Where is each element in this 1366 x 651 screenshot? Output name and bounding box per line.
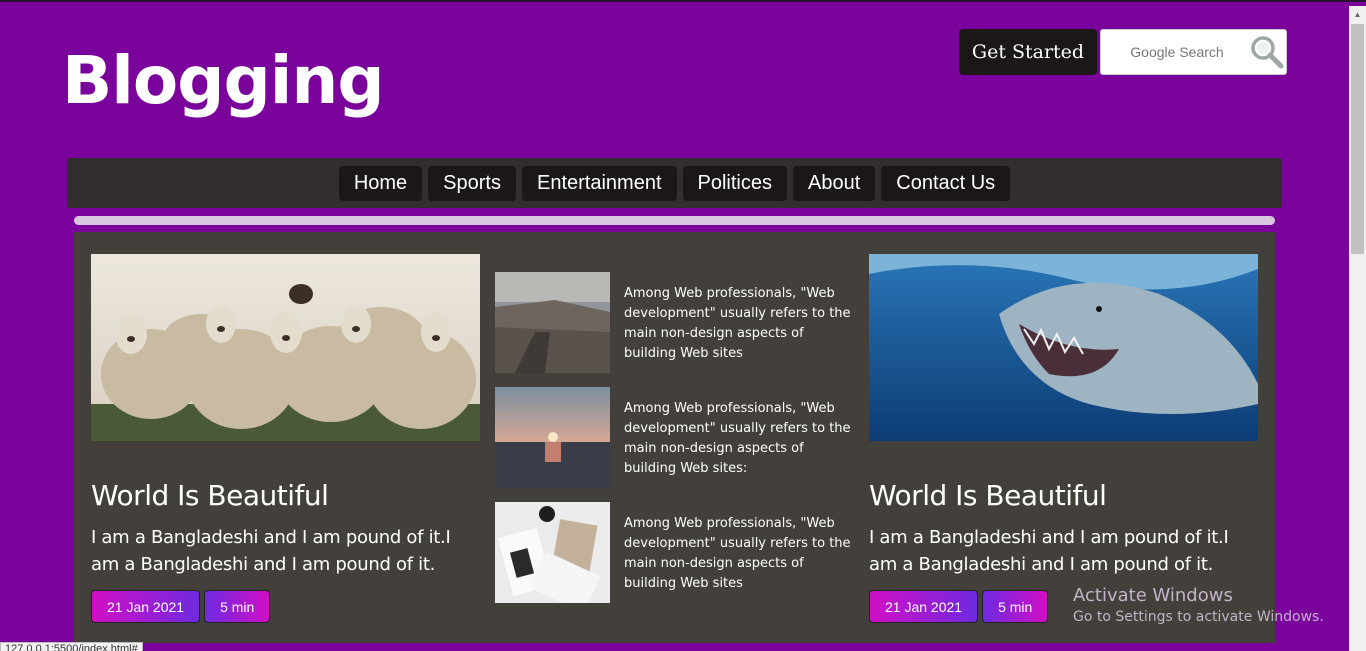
blog-card-left: World Is Beautiful I am a Bangladeshi an…	[91, 254, 480, 623]
watermark-subtitle: Go to Settings to activate Windows.	[1073, 609, 1324, 625]
main-nav: Home Sports Entertainment Politices Abou…	[67, 158, 1282, 208]
list-item-text: Among Web professionals, "Web developmen…	[624, 401, 851, 476]
date-badge[interactable]: 21 Jan 2021	[869, 590, 979, 623]
list-item[interactable]: Among Web professionals, "Web developmen…	[495, 387, 855, 488]
get-started-button[interactable]: Get Started	[959, 29, 1097, 75]
read-time-badge[interactable]: 5 min	[982, 590, 1049, 623]
read-time-badge[interactable]: 5 min	[204, 590, 271, 623]
sunset-thumbnail	[495, 387, 610, 488]
content-panel: World Is Beautiful I am a Bangladeshi an…	[74, 232, 1275, 643]
card-meta: 21 Jan 2021 5 min	[91, 590, 480, 623]
scroll-up-icon[interactable]: ▲	[1349, 6, 1366, 23]
nav-home[interactable]: Home	[338, 165, 423, 201]
nav-sports[interactable]: Sports	[428, 165, 516, 201]
search-box	[1100, 29, 1287, 75]
vertical-scrollbar[interactable]: ▲	[1349, 6, 1366, 651]
desk-thumbnail	[495, 502, 610, 603]
nav-contact-us[interactable]: Contact Us	[881, 165, 1011, 201]
card-title: World Is Beautiful	[869, 479, 1107, 512]
search-input[interactable]	[1107, 32, 1247, 72]
activate-windows-watermark: Activate Windows Go to Settings to activ…	[1073, 585, 1324, 625]
nav-about[interactable]: About	[792, 165, 876, 201]
sheep-image	[91, 254, 480, 441]
middle-list: Among Web professionals, "Web developmen…	[495, 272, 855, 617]
list-item-text: Among Web professionals, "Web developmen…	[624, 516, 851, 591]
search-icon[interactable]	[1247, 32, 1286, 72]
watermark-title: Activate Windows	[1073, 585, 1233, 606]
site-logo: Blogging	[62, 42, 385, 119]
card-text: I am a Bangladeshi and I am pound of it.…	[91, 527, 451, 575]
list-item[interactable]: Among Web professionals, "Web developmen…	[495, 272, 855, 373]
nav-entertainment[interactable]: Entertainment	[521, 165, 677, 201]
date-badge[interactable]: 21 Jan 2021	[91, 590, 201, 623]
card-text: I am a Bangladeshi and I am pound of it.…	[869, 527, 1229, 575]
status-url: 127.0.0.1:5500/index.html#	[0, 642, 143, 651]
list-item[interactable]: Among Web professionals, "Web developmen…	[495, 502, 855, 603]
coast-thumbnail	[495, 272, 610, 373]
shark-image	[869, 254, 1258, 441]
card-title: World Is Beautiful	[91, 479, 329, 512]
divider-bar	[74, 216, 1275, 225]
scrollbar-thumb[interactable]	[1351, 24, 1364, 254]
blog-card-right: World Is Beautiful I am a Bangladeshi an…	[869, 254, 1258, 623]
list-item-text: Among Web professionals, "Web developmen…	[624, 286, 851, 361]
nav-politices[interactable]: Politices	[682, 165, 787, 201]
